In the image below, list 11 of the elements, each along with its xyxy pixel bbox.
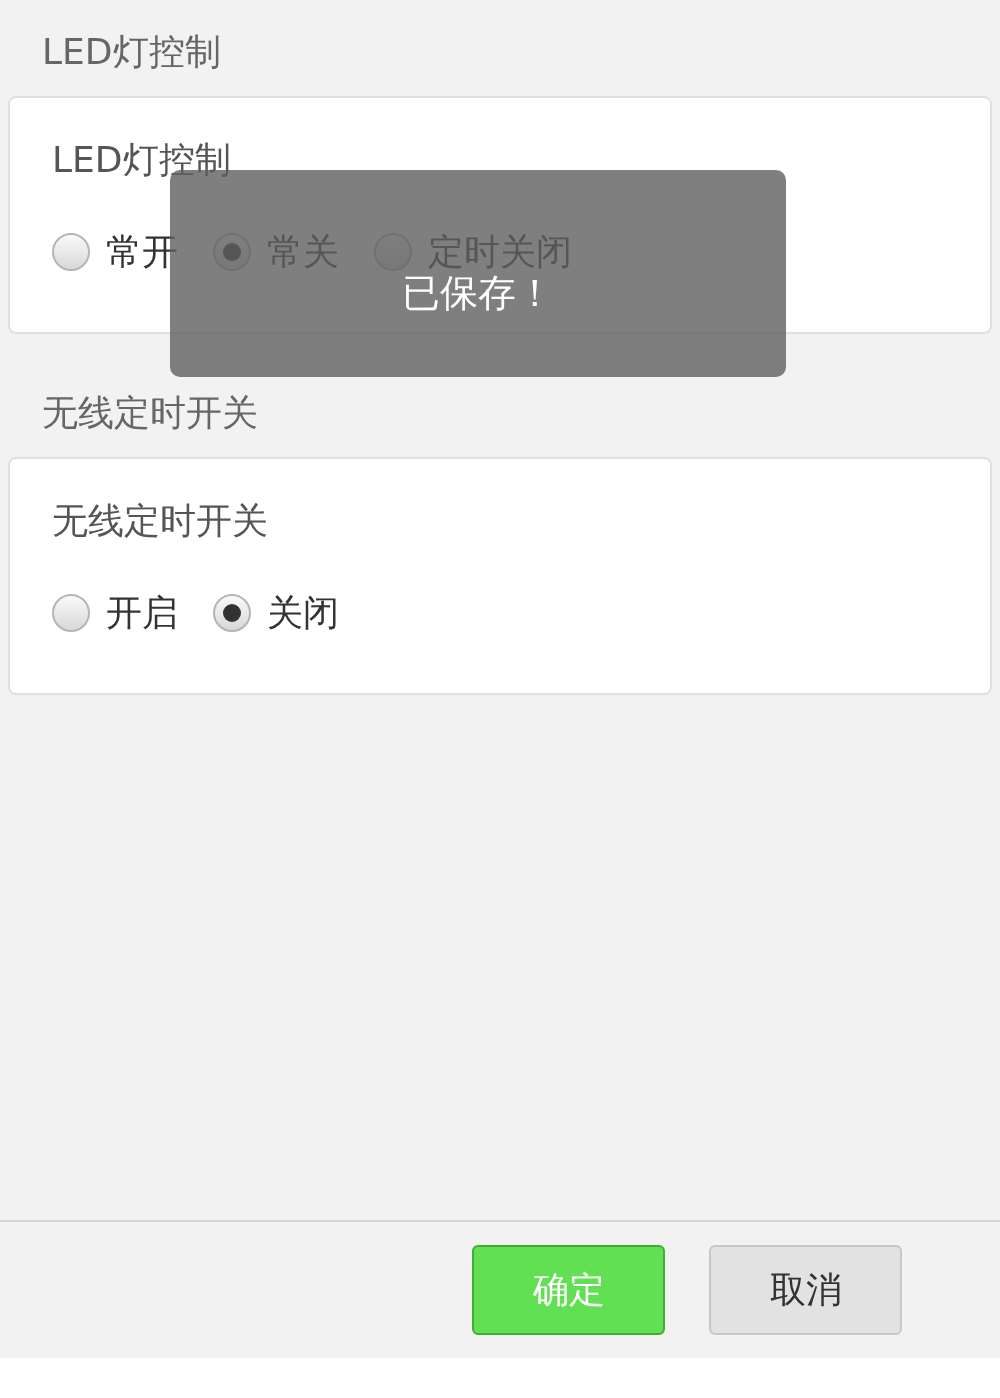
section-heading: LED灯控制 xyxy=(42,30,221,74)
radio-button[interactable] xyxy=(52,233,90,271)
option-label: 开启 xyxy=(106,595,178,631)
option-label: 关闭 xyxy=(267,595,339,631)
radio-selected[interactable] xyxy=(213,594,251,632)
section-heading: 无线定时开关 xyxy=(42,391,258,435)
cancel-button[interactable]: 取消 xyxy=(709,1245,902,1335)
card-title: 无线定时开关 xyxy=(52,499,268,543)
toast-message: 已保存！ xyxy=(402,274,554,312)
radio-button[interactable] xyxy=(52,594,90,632)
card-title: LED灯控制 xyxy=(52,138,231,182)
